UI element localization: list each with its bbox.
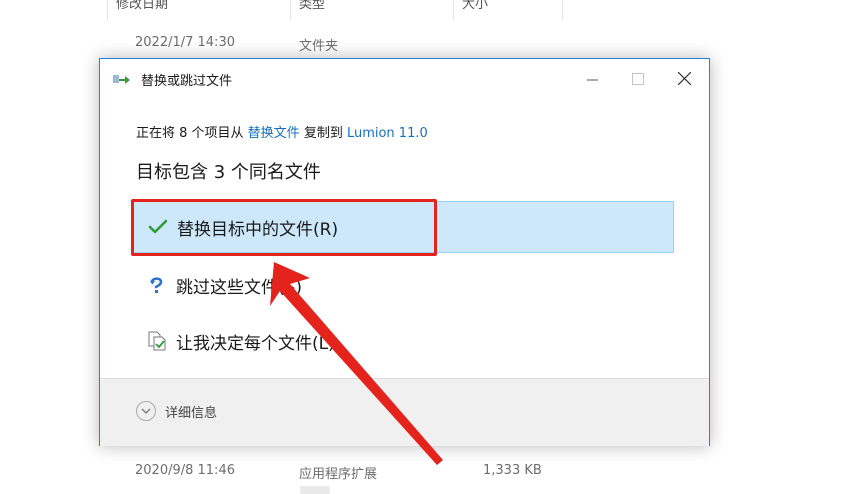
decide-each-file-option[interactable]: 让我决定每个文件(L) — [132, 315, 674, 367]
maximize-icon — [632, 70, 644, 89]
file-date: 2020/9/8 11:46 — [135, 463, 235, 478]
maximize-button[interactable] — [615, 59, 661, 100]
minimize-button[interactable] — [569, 59, 615, 100]
target-folder-link[interactable]: Lumion 11.0 — [347, 126, 428, 141]
file-type: 应用程序扩展 — [299, 467, 378, 482]
column-header-date-modified[interactable]: 修改日期 — [116, 0, 168, 16]
more-details-toggle[interactable]: 详细信息 — [136, 401, 217, 421]
conflict-heading: 目标包含 3 个同名文件 — [136, 162, 321, 183]
column-separator[interactable] — [107, 0, 108, 20]
skip-files-option[interactable]: 跳过这些文件(S) — [132, 259, 674, 311]
column-header-type[interactable]: 类型 — [299, 0, 325, 16]
summary-middle: 复制到 — [299, 126, 347, 141]
close-icon — [677, 70, 691, 89]
file-move-icon — [113, 72, 131, 86]
chevron-down-icon — [136, 401, 156, 421]
close-button[interactable] — [661, 59, 707, 100]
dialog-footer: 详细信息 — [100, 378, 709, 446]
summary-prefix: 正在将 8 个项目从 — [136, 126, 248, 141]
dialog-title: 替换或跳过文件 — [141, 74, 233, 89]
minimize-icon — [586, 70, 598, 89]
file-size: 1,333 KB — [483, 463, 542, 478]
annotation-highlight-box — [131, 199, 437, 256]
skip-files-label: 跳过这些文件(S) — [176, 277, 303, 298]
file-date: 2022/1/7 14:30 — [135, 35, 235, 50]
column-separator[interactable] — [453, 0, 454, 20]
file-type: 文件夹 — [299, 39, 339, 54]
copy-summary: 正在将 8 个项目从 替换文件 复制到 Lumion 11.0 — [136, 122, 428, 141]
source-folder-link[interactable]: 替换文件 — [248, 126, 300, 141]
explorer-column-header: 修改日期 类型 大小 — [0, 0, 865, 20]
column-header-size[interactable]: 大小 — [462, 0, 488, 16]
skip-icon — [144, 274, 170, 296]
compare-files-icon — [144, 330, 170, 352]
dialog-titlebar[interactable]: 替换或跳过文件 — [100, 59, 709, 100]
column-separator[interactable] — [290, 0, 291, 20]
column-separator[interactable] — [562, 0, 563, 20]
more-details-label: 详细信息 — [165, 405, 218, 421]
decide-each-file-label: 让我决定每个文件(L) — [176, 333, 335, 354]
